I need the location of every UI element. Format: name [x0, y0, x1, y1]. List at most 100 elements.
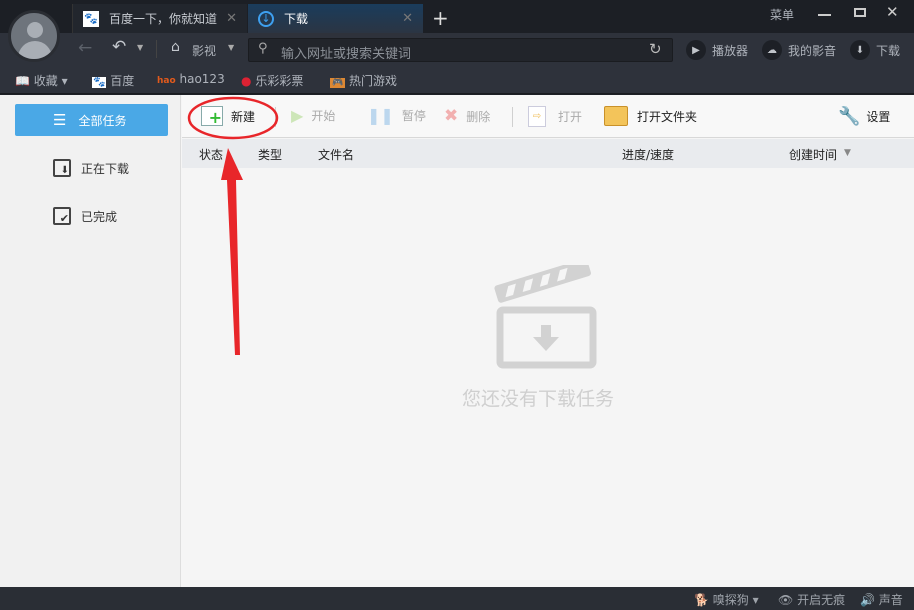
column-status[interactable]: 状态 — [199, 146, 223, 163]
label: 新建 — [231, 109, 256, 124]
label: 热门游戏 — [349, 74, 398, 88]
table-header: 状态 类型 文件名 进度/速度 创建时间 ▼ — [182, 139, 914, 168]
refresh-icon[interactable]: ↻ — [649, 40, 662, 58]
bookmark-games[interactable]: 🎮 热门游戏 — [330, 72, 397, 89]
sidebar-item-downloading[interactable]: ⬇ 正在下载 — [15, 152, 168, 184]
home-label[interactable]: 影视 — [192, 42, 216, 59]
label: 播放器 — [712, 43, 749, 58]
avatar[interactable] — [8, 10, 60, 62]
tab-label: 百度一下，你就知道 — [109, 12, 218, 26]
hao123-icon: hao — [157, 76, 176, 86]
my-media-button[interactable]: ☁ 我的影音 — [762, 40, 836, 60]
chevron-down-icon[interactable]: ▼ — [228, 43, 234, 52]
download-box-icon: ⬇ — [53, 159, 71, 177]
toolbar: + 新建 ▶ 开始 ❚❚ 暂停 ✖ 删除 ⇨ 打开 打开文件夹 🔧 设置 — [182, 95, 914, 138]
dog-icon: 🐕 — [694, 593, 709, 607]
label: 收藏 — [33, 74, 58, 88]
label: 全部任务 — [78, 113, 127, 128]
new-tab-button[interactable]: + — [432, 6, 449, 30]
tab-download[interactable]: ↓ 下载 ✕ — [248, 4, 423, 33]
label: 开始 — [311, 109, 336, 123]
label: 嗅探狗 — [712, 593, 749, 607]
baidu-paw-icon: 🐾 — [83, 10, 99, 27]
label: 已完成 — [81, 209, 118, 224]
column-filename[interactable]: 文件名 — [318, 146, 354, 163]
sniffer-button[interactable]: 🐕 嗅探狗 ▾ — [694, 591, 759, 608]
cloud-icon: ☁ — [762, 40, 782, 60]
bookmark-lottery[interactable]: ● 乐彩彩票 — [241, 72, 303, 89]
title-bar: 🐾 百度一下，你就知道 ✕ ↓ 下载 ✕ + 菜单 ✕ — [0, 0, 914, 33]
sort-desc-icon[interactable]: ▼ — [844, 148, 851, 158]
delete-button[interactable]: ✖ 删除 — [444, 106, 490, 126]
back-icon[interactable]: ← — [78, 38, 92, 58]
chevron-down-icon[interactable]: ▼ — [137, 43, 143, 52]
lottery-icon: ● — [241, 74, 252, 88]
open-button[interactable]: ⇨ 打开 — [528, 106, 582, 127]
bookmark-hao123[interactable]: hao hao123 — [157, 72, 225, 86]
bookmarks-bar: 📖 收藏 ▾ 🐾 百度 hao hao123 ● 乐彩彩票 🎮 热门游戏 — [0, 66, 914, 94]
label: 乐彩彩票 — [255, 74, 304, 88]
sound-button[interactable]: 🔊 声音 — [860, 591, 903, 608]
downloads-button[interactable]: ⬇ 下载 — [850, 40, 900, 60]
favorites-button[interactable]: 📖 收藏 ▾ — [15, 72, 68, 89]
label: 我的影音 — [788, 43, 837, 58]
address-bar[interactable]: ⚲ 输入网址或搜索关键词 ↻ — [248, 38, 673, 62]
download-circle-icon: ↓ — [258, 10, 274, 27]
download-manager: ☰ 全部任务 ⬇ 正在下载 ✔ 已完成 + 新建 ▶ 开始 ❚❚ 暂停 ✖ 删除 ⇨ 打开… — [0, 95, 914, 587]
start-button[interactable]: ▶ 开始 — [291, 106, 335, 125]
label: 开启无痕 — [797, 593, 846, 607]
maximize-button[interactable] — [854, 8, 866, 17]
address-placeholder: 输入网址或搜索关键词 — [281, 47, 412, 62]
clapperboard-download-icon — [494, 265, 597, 369]
wrench-icon: 🔧 — [838, 106, 861, 127]
undo-icon[interactable]: ↶ — [112, 37, 126, 57]
column-created-time[interactable]: 创建时间 — [789, 146, 837, 163]
bookmark-baidu[interactable]: 🐾 百度 — [92, 72, 134, 89]
close-tab-icon[interactable]: ✕ — [402, 11, 413, 26]
pause-button[interactable]: ❚❚ 暂停 — [367, 106, 426, 125]
sidebar: ☰ 全部任务 ⬇ 正在下载 ✔ 已完成 — [0, 95, 181, 587]
play-icon: ▶ — [291, 106, 304, 125]
search-icon: ⚲ — [258, 41, 268, 56]
new-button[interactable]: + 新建 — [201, 106, 256, 127]
speaker-icon: 🔊 — [860, 593, 875, 607]
eye-icon: 👁 — [778, 593, 794, 607]
close-window-button[interactable]: ✕ — [886, 3, 899, 21]
open-folder-button[interactable]: 打开文件夹 — [604, 106, 697, 126]
gamepad-icon: 🎮 — [330, 78, 346, 88]
download-icon: ⬇ — [850, 40, 870, 60]
label: 打开文件夹 — [637, 109, 698, 124]
incognito-button[interactable]: 👁 开启无痕 — [778, 591, 845, 608]
label: 打开 — [558, 110, 583, 124]
folder-icon — [604, 106, 628, 126]
label: 百度 — [110, 74, 135, 88]
menu-button[interactable]: 菜单 — [770, 6, 794, 23]
close-tab-icon[interactable]: ✕ — [226, 11, 237, 26]
new-task-icon: + — [201, 106, 223, 127]
delete-icon: ✖ — [444, 106, 459, 126]
label: 正在下载 — [81, 161, 130, 176]
label: 设置 — [866, 110, 891, 124]
check-box-icon: ✔ — [53, 207, 71, 225]
label: hao123 — [179, 72, 225, 86]
pause-icon: ❚❚ — [367, 106, 394, 125]
column-type[interactable]: 类型 — [258, 146, 282, 163]
column-progress[interactable]: 进度/速度 — [622, 146, 674, 163]
tab-baidu[interactable]: 🐾 百度一下，你就知道 ✕ — [72, 4, 247, 33]
tab-label: 下载 — [284, 12, 309, 26]
player-button[interactable]: ▶ 播放器 — [686, 40, 748, 60]
empty-message: 您还没有下载任务 — [462, 388, 615, 410]
home-icon[interactable]: ⌂ — [171, 39, 180, 55]
minimize-button[interactable] — [818, 14, 831, 16]
label: 暂停 — [401, 109, 426, 123]
settings-button[interactable]: 🔧 设置 — [838, 106, 890, 127]
book-icon: 📖 — [15, 74, 30, 88]
open-file-icon: ⇨ — [528, 106, 546, 127]
baidu-paw-icon: 🐾 — [92, 77, 107, 88]
label: 下载 — [876, 43, 901, 58]
status-bar: 🐕 嗅探狗 ▾ 👁 开启无痕 🔊 声音 — [0, 587, 914, 610]
list-icon: ☰ — [53, 111, 67, 129]
sidebar-item-all-tasks[interactable]: ☰ 全部任务 — [15, 104, 168, 136]
play-icon: ▶ — [686, 40, 706, 60]
sidebar-item-completed[interactable]: ✔ 已完成 — [15, 200, 168, 232]
